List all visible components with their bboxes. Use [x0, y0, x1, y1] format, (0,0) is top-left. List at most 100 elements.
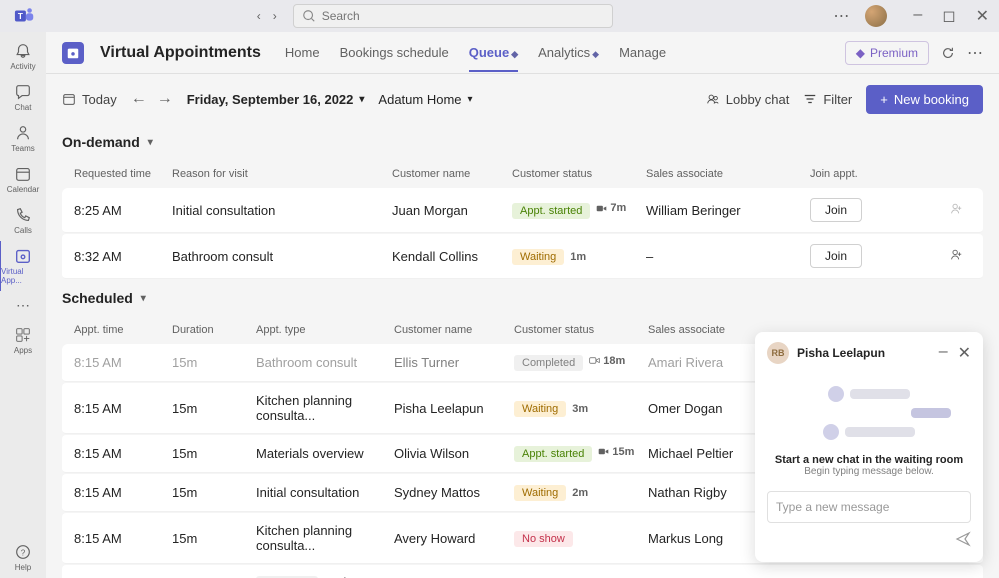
- cell-status: Appt. started 7m: [512, 202, 646, 219]
- cell-reason: Initial consultation: [172, 203, 392, 218]
- cell-customer: Avery Howard: [394, 531, 514, 546]
- col-header-status: Customer status: [514, 324, 648, 336]
- assign-icon: [949, 202, 963, 216]
- plus-icon: +: [880, 92, 888, 107]
- cell-duration: 15m: [172, 485, 256, 500]
- cell-time: 8:15 AM: [74, 446, 172, 461]
- cell-customer: Sydney Mattos: [394, 485, 514, 500]
- cell-status: Appt. started 15m: [514, 445, 648, 462]
- filter-button[interactable]: Filter: [803, 92, 852, 107]
- rail-calls[interactable]: Calls: [0, 200, 46, 241]
- close-button[interactable]: ✕: [974, 4, 991, 28]
- chat-prompt-title: Start a new chat in the waiting room: [767, 454, 971, 466]
- chevron-down-icon: ▾: [141, 293, 146, 304]
- cell-duration: 15m: [172, 355, 256, 370]
- chat-prompt-subtitle: Begin typing message below.: [767, 466, 971, 477]
- date-next-button[interactable]: →: [157, 90, 173, 108]
- cell-duration: 15m: [172, 446, 256, 461]
- cell-type: Kitchen planning consulta...: [256, 393, 394, 423]
- ondemand-section-toggle[interactable]: On-demand▾: [62, 124, 983, 160]
- join-button[interactable]: Join: [810, 198, 862, 222]
- cell-join: Join: [810, 198, 862, 222]
- tab-bookings-schedule[interactable]: Bookings schedule: [340, 33, 449, 72]
- scheduled-section-toggle[interactable]: Scheduled▾: [62, 280, 983, 316]
- rail-apps[interactable]: Apps: [0, 320, 46, 361]
- rail-help[interactable]: ?Help: [0, 537, 46, 578]
- svg-text:?: ?: [21, 549, 26, 558]
- rail-activity[interactable]: Activity: [0, 36, 46, 77]
- people-icon: [706, 92, 720, 106]
- lobby-chat-button[interactable]: Lobby chat: [706, 92, 790, 107]
- search-icon: [302, 9, 316, 23]
- chat-message-input[interactable]: Type a new message: [767, 491, 971, 523]
- more-options-button[interactable]: ⋯: [833, 6, 849, 26]
- toolbar: Today ← → Friday, September 16, 2022▾ Ad…: [46, 74, 999, 124]
- maximize-button[interactable]: ◻: [940, 4, 957, 28]
- premium-button[interactable]: ◆Premium: [845, 41, 929, 65]
- assign-icon[interactable]: [949, 248, 963, 262]
- cell-status: Waiting 3m: [514, 400, 648, 417]
- new-booking-button[interactable]: +New booking: [866, 85, 983, 114]
- cell-associate: –: [646, 249, 810, 264]
- cell-type: Materials overview: [256, 446, 394, 461]
- table-row[interactable]: 8:30 AM 15m In personBathroom consult Ma…: [62, 565, 983, 578]
- cell-time: 8:15 AM: [74, 401, 172, 416]
- cell-status: Waiting 2m: [514, 484, 648, 501]
- tab-home[interactable]: Home: [285, 33, 320, 72]
- today-button[interactable]: Today: [62, 92, 117, 107]
- date-picker[interactable]: Friday, September 16, 2022▾: [187, 92, 365, 107]
- cell-status: No show: [514, 530, 648, 547]
- rail-more[interactable]: ⋯: [0, 291, 46, 320]
- refresh-button[interactable]: [941, 46, 955, 60]
- cell-type: Bathroom consult: [256, 355, 394, 370]
- col-header-reason: Reason for visit: [172, 168, 392, 180]
- cell-join: Join: [810, 244, 862, 268]
- chevron-down-icon: ▾: [468, 94, 473, 105]
- col-header-duration: Duration: [172, 324, 256, 336]
- search-input[interactable]: [293, 4, 613, 28]
- col-header-appt-time: Appt. time: [74, 324, 172, 336]
- col-header-associate: Sales associate: [646, 168, 810, 180]
- cell-customer: Juan Morgan: [392, 203, 512, 218]
- chat-avatar: RB: [767, 342, 789, 364]
- nav-forward-button[interactable]: ›: [273, 9, 277, 23]
- table-row[interactable]: 8:32 AM Bathroom consult Kendall Collins…: [62, 234, 983, 279]
- teams-logo-icon: T: [14, 5, 36, 27]
- tab-manage[interactable]: Manage: [619, 33, 666, 72]
- join-button[interactable]: Join: [810, 244, 862, 268]
- cell-associate: William Beringer: [646, 203, 810, 218]
- chat-close-button[interactable]: ✕: [958, 343, 971, 363]
- cell-time: 8:15 AM: [74, 485, 172, 500]
- date-prev-button[interactable]: ←: [131, 90, 147, 108]
- user-avatar[interactable]: [865, 5, 887, 27]
- rail-virtual-appointments[interactable]: Virtual App...: [0, 241, 45, 291]
- cell-status: Completed 18m: [514, 354, 648, 371]
- rail-chat[interactable]: Chat: [0, 77, 46, 118]
- calendar-icon: [62, 92, 76, 106]
- app-title: Virtual Appointments: [100, 44, 261, 62]
- cell-time: 8:15 AM: [74, 531, 172, 546]
- table-row[interactable]: 8:25 AM Initial consultation Juan Morgan…: [62, 188, 983, 233]
- filter-icon: [803, 92, 817, 106]
- tab-analytics[interactable]: Analytics◆: [538, 33, 599, 72]
- rail-calendar[interactable]: Calendar: [0, 159, 46, 200]
- cell-time: 8:32 AM: [74, 249, 172, 264]
- location-picker[interactable]: Adatum Home▾: [378, 92, 472, 107]
- minimize-button[interactable]: –: [911, 4, 924, 28]
- chevron-down-icon: ▾: [148, 137, 153, 148]
- chat-illustration: [767, 378, 971, 448]
- chevron-down-icon: ▾: [359, 94, 364, 105]
- chat-minimize-button[interactable]: –: [939, 343, 948, 363]
- rail-teams[interactable]: Teams: [0, 118, 46, 159]
- cell-type: Initial consultation: [256, 485, 394, 500]
- cell-customer: Kendall Collins: [392, 249, 512, 264]
- tab-queue[interactable]: Queue◆: [469, 33, 518, 72]
- premium-diamond-icon: ◆: [511, 49, 518, 59]
- col-header-customer: Customer name: [394, 324, 514, 336]
- cell-status: Waiting 1m: [512, 248, 646, 265]
- header-more-button[interactable]: ⋯: [967, 43, 983, 63]
- nav-back-button[interactable]: ‹: [257, 9, 261, 23]
- send-button[interactable]: [955, 531, 971, 547]
- cell-customer: Pisha Leelapun: [394, 401, 514, 416]
- cell-time: 8:25 AM: [74, 203, 172, 218]
